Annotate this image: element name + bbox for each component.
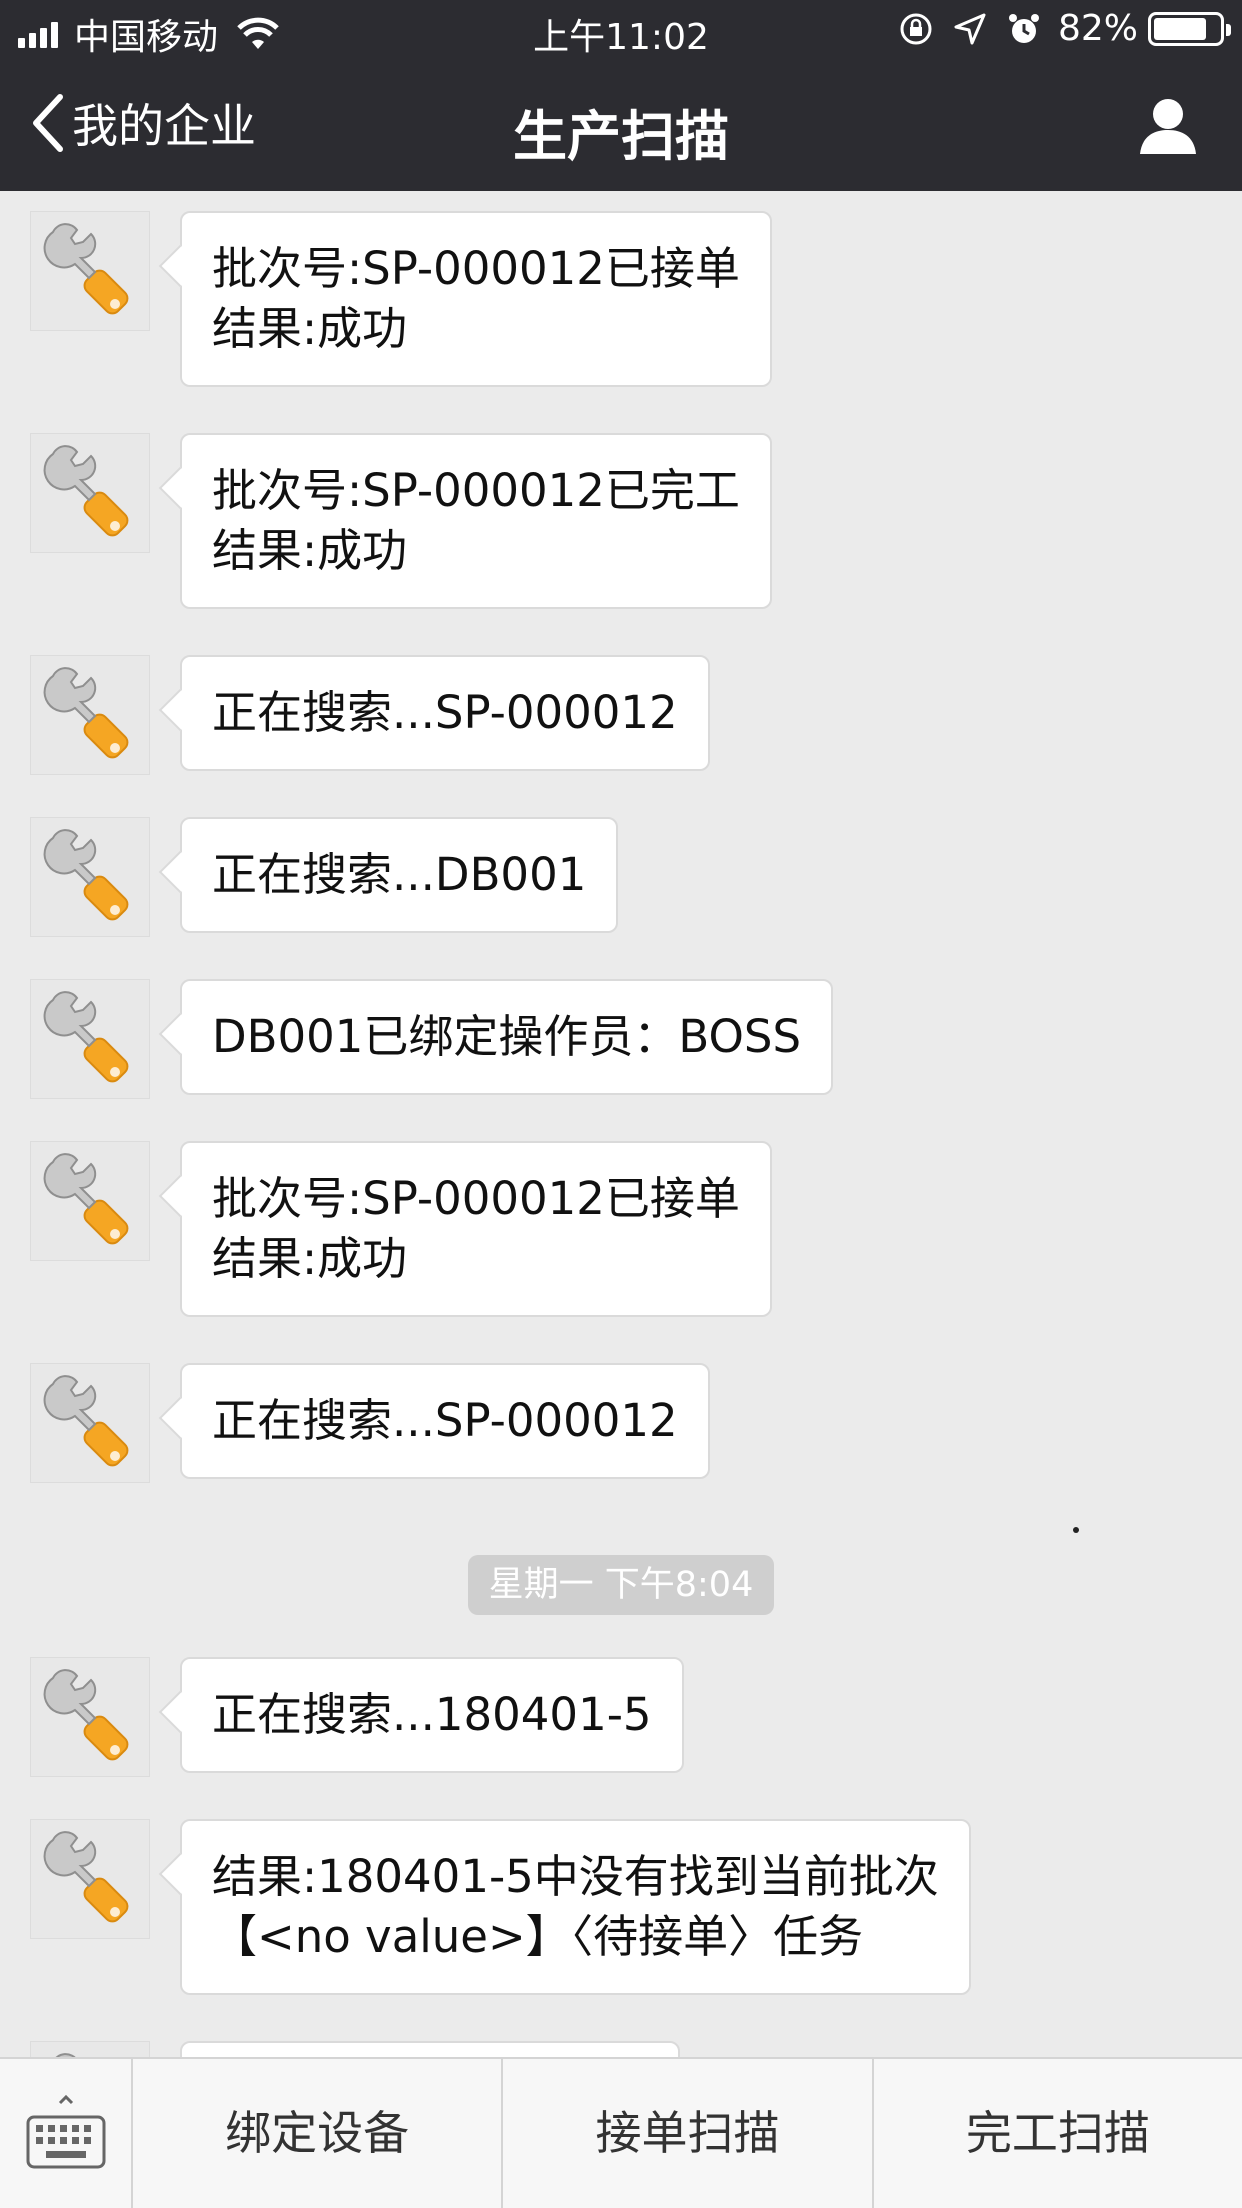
message-item <box>30 2041 680 2057</box>
bottom-menu-bar: 绑定设备 接单扫描 完工扫描 <box>0 2057 1242 2208</box>
message-bubble: 批次号:SP-000012已接单 结果:成功 <box>180 211 772 387</box>
tab-complete-scan[interactable]: 完工扫描 <box>874 2059 1242 2208</box>
message-item: DB001已绑定操作员：BOSS <box>30 979 834 1099</box>
message-item: 正在搜索...SP-000012 <box>30 1363 710 1483</box>
message-bubble: 批次号:SP-000012已完工 结果:成功 <box>180 433 772 609</box>
message-item: 批次号:SP-000012已接单 结果:成功 <box>30 1141 772 1317</box>
wrench-icon <box>30 1657 150 1777</box>
message-bubble: 正在搜索...SP-000012 <box>180 655 710 771</box>
nav-bar: 我的企业 生产扫描 <box>0 62 1242 191</box>
message-item: 批次号:SP-000012已接单 结果:成功 <box>30 211 772 387</box>
message-bubble: 结果:180401-5中没有找到当前批次 【<no value>】〈待接单〉任务 <box>180 1819 971 1995</box>
timestamp-label: 星期一 下午8:04 <box>468 1555 774 1615</box>
status-bar: 中国移动 上午11:02 82% <box>0 0 1242 62</box>
message-item: 正在搜索...180401-5 <box>30 1657 684 1777</box>
wrench-icon <box>30 2041 150 2057</box>
battery-percent: 82% <box>1057 8 1138 49</box>
message-bubble: 正在搜索...DB001 <box>180 817 619 933</box>
keyboard-icon <box>26 2094 106 2169</box>
chat-area[interactable]: 批次号:SP-000012已接单 结果:成功 批次号:SP-000012已完工 … <box>0 191 1242 2057</box>
page-title: 生产扫描 <box>513 105 729 168</box>
message-item: 批次号:SP-000012已完工 结果:成功 <box>30 433 772 609</box>
location-icon <box>954 13 986 44</box>
tab-accept-order-scan[interactable]: 接单扫描 <box>503 2059 874 2208</box>
message-item: 结果:180401-5中没有找到当前批次 【<no value>】〈待接单〉任务 <box>30 1819 971 1995</box>
wrench-icon <box>30 211 150 331</box>
message-bubble: 批次号:SP-000012已接单 结果:成功 <box>180 1141 772 1317</box>
tab-bind-device[interactable]: 绑定设备 <box>133 2059 504 2208</box>
wrench-icon <box>30 433 150 553</box>
wrench-icon <box>30 1363 150 1483</box>
stray-dot <box>1073 1527 1079 1533</box>
wrench-icon <box>30 1819 150 1939</box>
alarm-icon <box>1008 13 1039 43</box>
message-bubble: 正在搜索...SP-000012 <box>180 1363 710 1479</box>
message-bubble: 正在搜索...180401-5 <box>180 1657 684 1773</box>
top-bar: 中国移动 上午11:02 82% 我的企业 生产扫描 <box>0 0 1242 191</box>
message-bubble <box>180 2041 680 2057</box>
wrench-icon <box>30 979 150 1099</box>
wrench-icon <box>30 817 150 937</box>
message-item: 正在搜索...DB001 <box>30 817 619 937</box>
message-item: 正在搜索...SP-000012 <box>30 655 710 775</box>
profile-icon[interactable] <box>1138 96 1198 156</box>
battery-icon <box>1148 11 1231 46</box>
orientation-lock-icon <box>900 13 932 44</box>
wrench-icon <box>30 655 150 775</box>
keyboard-toggle-button[interactable] <box>0 2059 133 2208</box>
wrench-icon <box>30 1141 150 1261</box>
message-bubble: DB001已绑定操作员：BOSS <box>180 979 834 1095</box>
